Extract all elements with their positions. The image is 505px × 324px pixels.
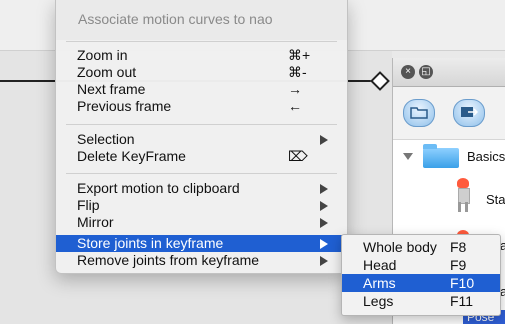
menu-item-export-motion[interactable]: Export motion to clipboard [56,180,347,197]
folder-icon [423,144,459,168]
panel-toolbar [393,87,505,140]
menu-item-shortcut: → [288,81,302,97]
menu-item-label: Remove joints from keyframe [77,252,260,268]
menu-item-label: Previous frame [77,98,172,114]
submenu-item-label: Head [363,257,397,273]
submenu-item-shortcut: F8 [450,239,467,255]
menu-item-selection[interactable]: Selection [56,131,347,148]
submenu-arrow-icon [320,256,328,266]
menu-item-shortcut: ⌘- [288,64,307,80]
menu-item-label: Flip [77,197,100,213]
submenu-item-shortcut: F11 [450,293,474,309]
submenu-item-label: Arms [363,275,396,291]
submenu-arrow-icon [320,239,328,249]
context-menu: Associate motion curves to nao Zoom in ⌘… [55,0,348,274]
menu-item-label: Mirror [77,214,114,230]
float-icon[interactable]: ◱ [419,65,433,79]
submenu-arrow-icon [320,201,328,211]
disclosure-arrow-icon[interactable] [403,153,413,160]
nao-robot-icon [453,178,473,212]
panel-titlebar: × ◱ [393,58,505,87]
menu-item-label: Zoom out [77,64,137,80]
menu-header-label: Associate motion curves to nao [78,11,273,27]
submenu-item-head[interactable]: Head F9 [342,256,500,274]
menu-item-delete-keyframe[interactable]: Delete KeyFrame ⌦ [56,148,347,165]
submenu-arrow-icon [320,218,328,228]
menu-item-zoom-out[interactable]: Zoom out ⌘- [56,64,347,81]
menu-item-label: Export motion to clipboard [77,180,240,196]
menu-item-flip[interactable]: Flip [56,197,347,214]
menu-item-store-joints[interactable]: Store joints in keyframe [56,235,347,252]
folder-open-icon [410,107,428,119]
menu-separator [66,124,337,125]
menu-item-label: Zoom in [77,47,128,63]
menu-item-label: Store joints in keyframe [77,235,224,251]
submenu-item-label: Whole body [363,239,437,255]
submenu-item-whole-body[interactable]: Whole body F8 [342,238,500,256]
submenu-item-shortcut: F10 [450,275,475,291]
submenu-arrow-icon [320,135,328,145]
export-button[interactable] [453,99,485,127]
tree-folder-basics[interactable]: Basics [393,144,505,170]
menu-item-label: Delete KeyFrame [77,148,186,164]
store-joints-submenu: Whole body F8 Head F9 Arms F10 Legs F11 [341,234,501,316]
submenu-item-legs[interactable]: Legs F11 [342,292,500,310]
menu-item-label: Next frame [77,81,146,97]
tree-folder-label: Basics [467,149,505,164]
tree-item-label: Sta [486,192,505,207]
menu-item-shortcut: ← [288,98,302,114]
menu-item-shortcut: ⌘+ [288,47,311,63]
menu-item-zoom-in[interactable]: Zoom in ⌘+ [56,47,347,64]
menu-item-mirror[interactable]: Mirror [56,214,347,231]
open-folder-button[interactable] [403,99,435,127]
submenu-arrow-icon [320,184,328,194]
menu-separator [66,41,337,42]
close-icon[interactable]: × [401,65,415,79]
submenu-item-shortcut: F9 [450,257,467,273]
menu-separator [66,173,337,174]
submenu-item-label: Legs [363,293,394,309]
submenu-item-arms[interactable]: Arms F10 [342,274,500,292]
menu-item-next-frame[interactable]: Next frame → [56,81,347,98]
export-icon [461,107,478,117]
menu-item-previous-frame[interactable]: Previous frame ← [56,98,347,115]
menu-header[interactable]: Associate motion curves to nao [56,0,347,40]
menu-item-remove-joints[interactable]: Remove joints from keyframe [56,252,347,269]
menu-item-label: Selection [77,131,135,147]
menu-item-shortcut: ⌦ [288,148,308,164]
